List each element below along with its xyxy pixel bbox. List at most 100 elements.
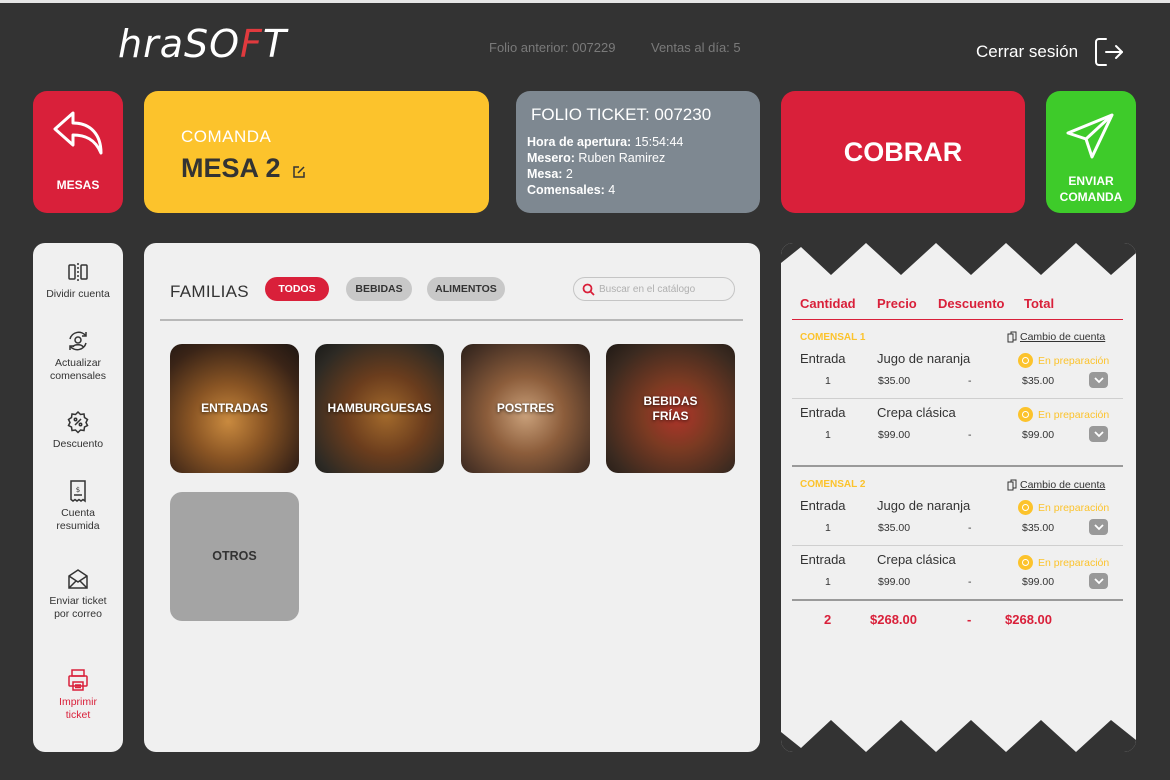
item-qty: 1	[825, 429, 831, 441]
header-underline	[792, 319, 1123, 320]
item-category: Entrada	[800, 351, 846, 366]
total-qty: 2	[824, 612, 832, 627]
tile-postres[interactable]: POSTRES	[461, 344, 590, 473]
group-divider	[792, 465, 1123, 467]
totals-divider	[792, 599, 1123, 601]
mesas-label: MESAS	[56, 178, 100, 192]
catalog-search[interactable]	[573, 277, 735, 301]
receipt-panel: Cantidad Precio Descuento Total COMENSAL…	[781, 243, 1136, 752]
logo-accent: F	[240, 22, 263, 66]
cobrar-button[interactable]: COBRAR	[781, 91, 1025, 213]
item-price: $35.00	[878, 522, 911, 534]
clock-icon	[1018, 500, 1033, 515]
imprimir-ticket-button[interactable]: Imprimir ticket	[33, 668, 123, 722]
receipt-icon: $	[70, 480, 86, 503]
chip-todos[interactable]: TODOS	[265, 277, 329, 301]
chevron-down-icon	[1093, 431, 1104, 438]
cambio-cuenta-link[interactable]: Cambio de cuenta	[1007, 331, 1105, 343]
svg-text:$: $	[76, 486, 80, 494]
hora-apertura: Hora de apertura: 15:54:44	[527, 135, 684, 149]
swap-icon	[1007, 331, 1017, 343]
total-discount: -	[967, 612, 972, 627]
descuento-button[interactable]: Descuento	[33, 410, 123, 451]
expand-button[interactable]	[1089, 426, 1108, 442]
item-price: $35.00	[878, 375, 911, 387]
chip-alimentos[interactable]: ALIMENTOS	[427, 277, 505, 301]
item-category: Entrada	[800, 405, 846, 420]
refresh-user-icon	[69, 331, 87, 351]
item-discount: -	[968, 576, 972, 588]
discount-icon	[67, 410, 89, 434]
tile-hamburguesas[interactable]: HAMBURGUESAS	[315, 344, 444, 473]
item-total: $35.00	[1022, 522, 1055, 534]
item-name: Jugo de naranja	[877, 351, 971, 366]
col-precio: Precio	[877, 296, 917, 311]
tile-label: BEBIDAS FRÍAS	[643, 393, 698, 423]
comensales-count: Comensales: 4	[527, 183, 616, 197]
tile-label: POSTRES	[496, 401, 555, 415]
chip-bebidas[interactable]: BEBIDAS	[346, 277, 412, 301]
item-discount: -	[968, 522, 972, 534]
ventas-del-dia: Ventas al día: 5	[651, 40, 741, 55]
comanda-caption: COMANDA	[181, 127, 272, 146]
logo-prefix: hraSO	[118, 22, 241, 66]
cambio-cuenta-link[interactable]: Cambio de cuenta	[1007, 479, 1105, 491]
enviar-comanda-label: ENVIAR COMANDA	[1059, 174, 1123, 204]
mesa-title: MESA 2	[181, 153, 281, 183]
mesa-numero: Mesa: 2	[527, 167, 573, 181]
clock-icon	[1018, 407, 1033, 422]
cuenta-resumida-button[interactable]: $ Cuenta resumida	[33, 479, 123, 533]
chevron-down-icon	[1093, 578, 1104, 585]
item-status: En preparación	[1018, 353, 1109, 368]
expand-button[interactable]	[1089, 519, 1108, 535]
printer-icon	[68, 669, 88, 691]
item-price: $99.00	[878, 429, 911, 441]
top-border	[0, 0, 1170, 3]
expand-button[interactable]	[1089, 372, 1108, 388]
item-discount: -	[968, 375, 972, 387]
clock-icon	[1018, 353, 1033, 368]
dividir-cuenta-button[interactable]: Dividir cuenta	[33, 260, 123, 301]
logout-button[interactable]: Cerrar sesión	[976, 35, 1126, 69]
edit-icon[interactable]	[292, 165, 306, 179]
tile-bebidas-frias[interactable]: BEBIDAS FRÍAS	[606, 344, 735, 473]
tile-otros[interactable]: OTROS	[170, 492, 299, 621]
catalog-panel: FAMILIAS TODOS BEBIDAS ALIMENTOS ENTRADA…	[144, 243, 760, 752]
item-name: Crepa clásica	[877, 552, 956, 567]
actualizar-comensales-button[interactable]: Actualizar comensales	[33, 329, 123, 383]
item-total: $99.00	[1022, 576, 1055, 588]
item-qty: 1	[825, 375, 831, 387]
logout-label: Cerrar sesión	[976, 42, 1079, 61]
grand-total: $268.00	[1005, 612, 1052, 627]
comanda-card: COMANDA MESA 2	[144, 91, 489, 213]
enviar-comanda-button[interactable]: ENVIAR COMANDA	[1046, 91, 1136, 213]
ticket-folio: FOLIO TICKET: 007230	[531, 105, 712, 124]
item-category: Entrada	[800, 498, 846, 513]
comensal-label: COMENSAL 1	[800, 332, 866, 343]
folio-anterior: Folio anterior: 007229	[489, 40, 616, 55]
enviar-ticket-correo-button[interactable]: Enviar ticket por correo	[33, 567, 123, 621]
item-category: Entrada	[800, 552, 846, 567]
split-icon	[68, 263, 88, 281]
tools-sidebar: Dividir cuenta Actualizar comensales Desc…	[33, 243, 123, 752]
item-price: $99.00	[878, 576, 911, 588]
app-logo: hraSOFT	[118, 22, 287, 66]
tile-entradas[interactable]: ENTRADAS	[170, 344, 299, 473]
send-icon	[1066, 113, 1114, 159]
item-total: $35.00	[1022, 375, 1055, 387]
col-total: Total	[1024, 296, 1055, 311]
item-discount: -	[968, 429, 972, 441]
expand-button[interactable]	[1089, 573, 1108, 589]
search-icon	[582, 283, 595, 296]
logo-suffix: T	[262, 22, 288, 66]
ticket-info-card: FOLIO TICKET: 007230 Hora de apertura: 1…	[516, 91, 760, 213]
chevron-down-icon	[1093, 524, 1104, 531]
comensal-label: COMENSAL 2	[800, 479, 866, 490]
search-input[interactable]	[599, 283, 729, 295]
item-total: $99.00	[1022, 429, 1055, 441]
mail-icon	[68, 569, 88, 589]
mesas-button[interactable]: MESAS	[33, 91, 123, 213]
back-arrow-icon	[53, 111, 103, 155]
col-descuento: Descuento	[938, 296, 1005, 311]
catalog-divider	[160, 319, 743, 321]
